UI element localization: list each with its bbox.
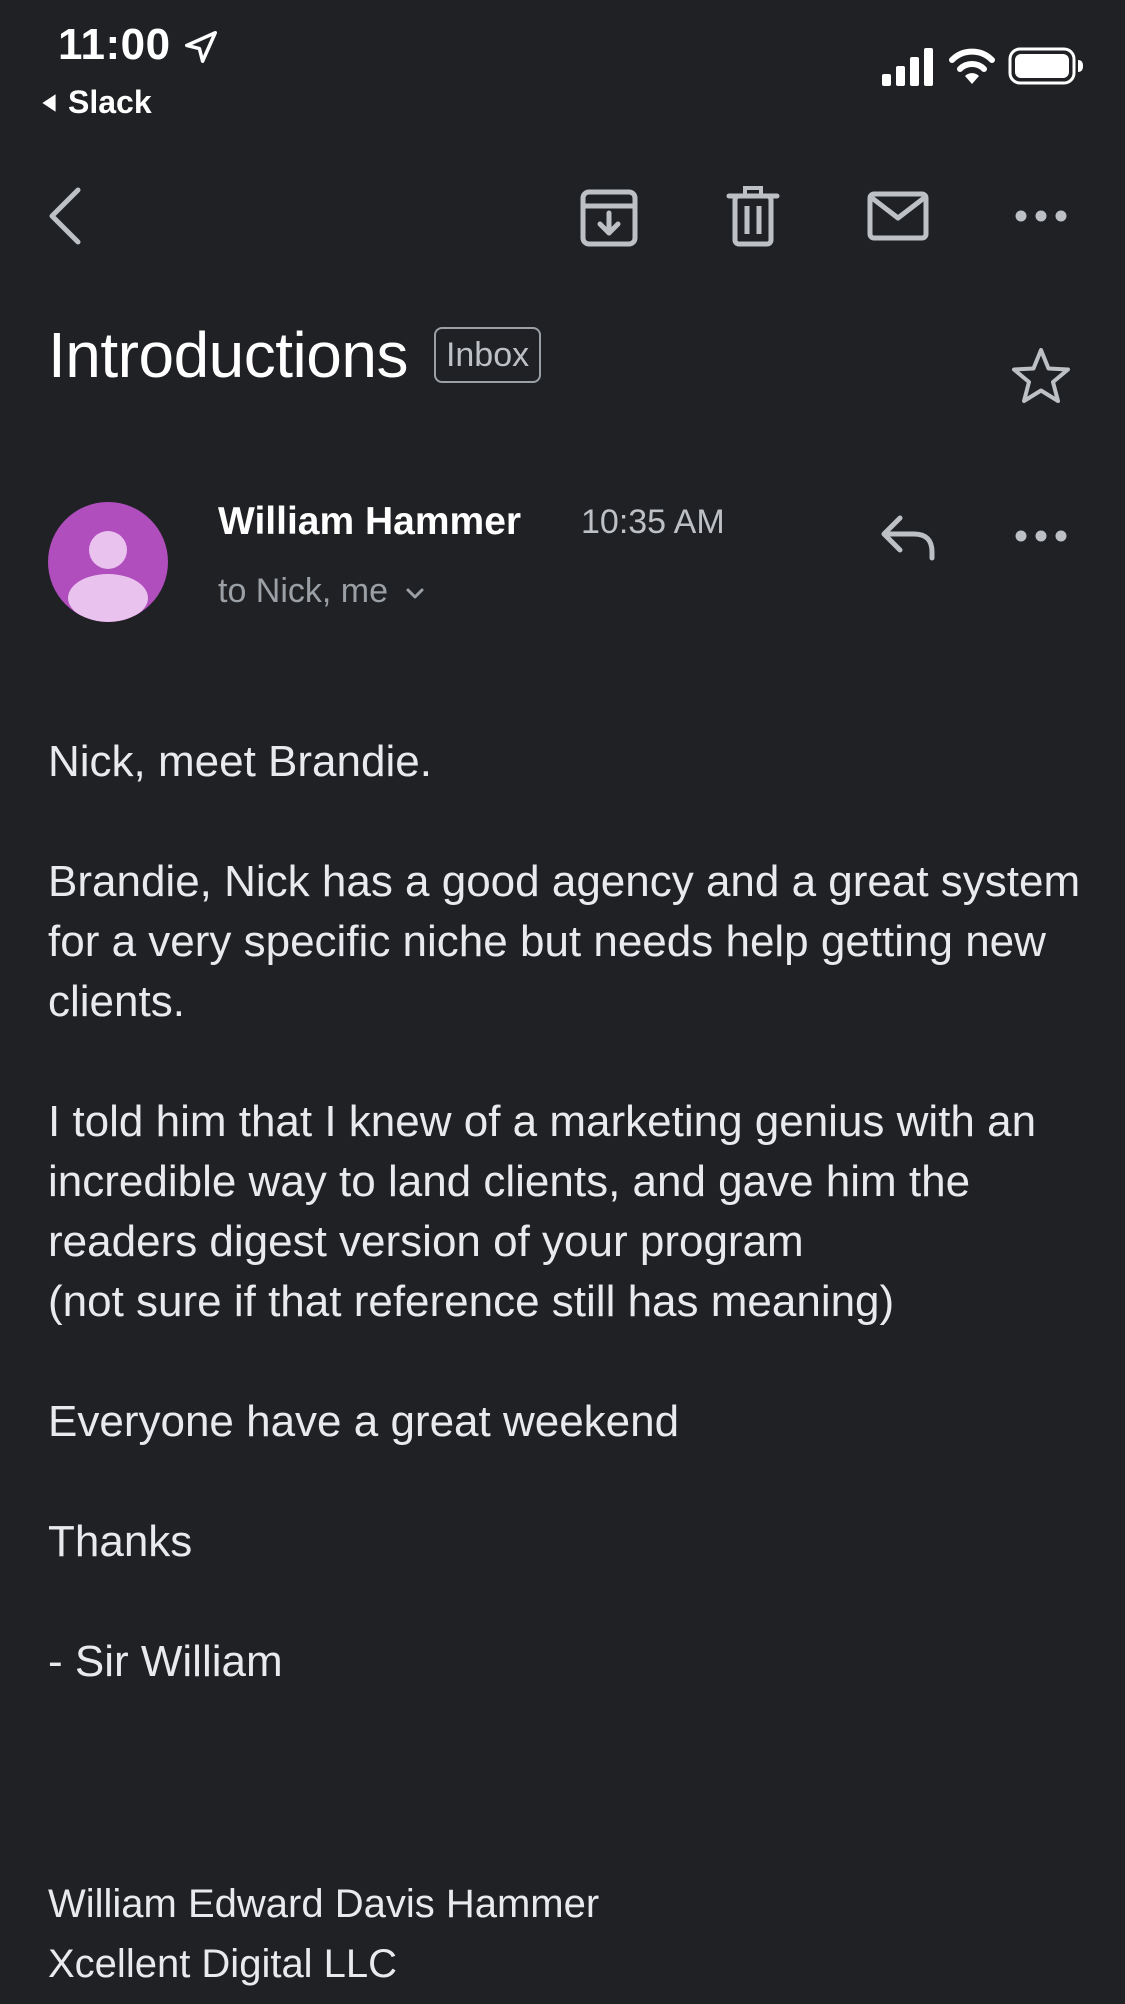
message-more-icon[interactable]	[1005, 500, 1077, 572]
back-app-label: Slack	[68, 84, 152, 120]
status-time: 11:00	[58, 20, 171, 69]
cellular-signal-icon	[882, 48, 933, 86]
sender-name[interactable]: William Hammer	[218, 500, 521, 544]
trash-icon[interactable]	[717, 180, 789, 252]
mail-icon[interactable]	[862, 180, 934, 252]
back-arrow-icon[interactable]	[30, 180, 102, 252]
sender-avatar[interactable]	[48, 502, 168, 622]
wifi-icon	[949, 48, 995, 84]
location-arrow-icon	[185, 31, 217, 63]
back-triangle-icon	[42, 93, 56, 112]
reply-icon[interactable]	[876, 506, 940, 570]
archive-icon[interactable]	[573, 180, 645, 252]
recipients-text: to Nick, me	[218, 572, 389, 610]
more-horizontal-icon[interactable]	[1005, 180, 1077, 252]
email-body: Nick, meet Brandie. Brandie, Nick has a …	[48, 737, 1081, 1686]
email-view: 11:00 Slack Introductions Inbox William …	[0, 0, 1125, 2004]
email-signature: William Edward Davis Hammer Xcellent Dig…	[48, 1874, 599, 1994]
signature-name: William Edward Davis Hammer	[48, 1882, 600, 1926]
inbox-label-chip[interactable]: Inbox	[433, 327, 542, 383]
sent-time: 10:35 AM	[581, 503, 725, 541]
subject-row: Introductions Inbox	[48, 318, 542, 392]
recipients-toggle[interactable]: to Nick, me	[218, 572, 428, 611]
battery-icon	[1008, 47, 1083, 85]
email-subject: Introductions	[48, 319, 408, 391]
star-icon[interactable]	[1008, 344, 1074, 410]
chevron-down-icon	[406, 588, 424, 598]
back-to-app[interactable]: Slack	[38, 84, 152, 121]
person-avatar-icon	[68, 531, 148, 622]
signature-company: Xcellent Digital LLC	[48, 1942, 398, 1986]
